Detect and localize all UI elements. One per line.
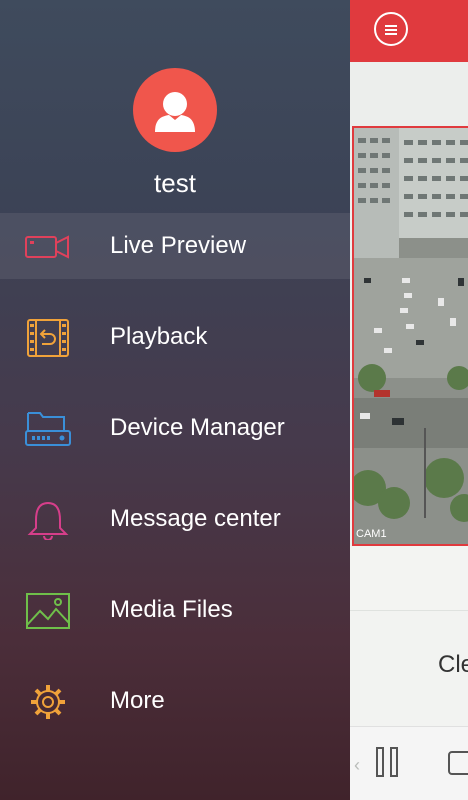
menu-item-device-manager[interactable]: Device Manager	[0, 395, 350, 461]
gear-icon	[31, 685, 65, 719]
camera-video-feed[interactable]: CAM1	[352, 126, 468, 546]
menu-item-label: Playback	[110, 323, 208, 350]
clear-option[interactable]: Cle	[350, 610, 468, 727]
username: test	[154, 168, 196, 198]
menu-item-playback[interactable]: Playback	[0, 304, 350, 370]
image-icon	[26, 593, 70, 629]
menu-item-more[interactable]: More	[0, 668, 350, 734]
app-top-bar	[350, 0, 468, 62]
menu-item-media-files[interactable]: Media Files	[0, 577, 350, 643]
menu-item-label: Media Files	[110, 596, 233, 623]
snapshot-camera-icon[interactable]	[448, 751, 468, 775]
device-manager-icon	[25, 412, 71, 446]
app-toolbar	[350, 62, 468, 126]
clear-label: Cle	[438, 651, 468, 678]
avatar[interactable]	[133, 68, 217, 152]
playback-control-bar: ‹	[350, 726, 468, 800]
user-avatar-icon	[155, 92, 195, 132]
bell-icon	[27, 501, 69, 540]
pause-icon[interactable]	[376, 747, 402, 779]
camera-scene-image	[354, 128, 468, 544]
chevron-left-icon[interactable]: ‹	[354, 755, 360, 776]
menu-item-label: Message center	[110, 505, 281, 532]
menu-item-live-preview[interactable]: Live Preview	[0, 213, 350, 279]
menu-icon[interactable]	[374, 12, 408, 46]
navigation-drawer: test Live Preview Playback Device Manage…	[0, 0, 350, 800]
menu-item-label: Live Preview	[110, 232, 247, 259]
video-area-footer	[350, 546, 468, 610]
menu-item-label: More	[110, 687, 165, 714]
menu-item-label: Device Manager	[110, 414, 285, 441]
menu-item-message-center[interactable]: Message center	[0, 486, 350, 552]
live-preview-screen: CAM1 Cle ‹	[350, 0, 468, 800]
camera-label: CAM1	[356, 528, 387, 540]
camera-icon	[25, 235, 69, 259]
playback-icon	[27, 319, 69, 357]
